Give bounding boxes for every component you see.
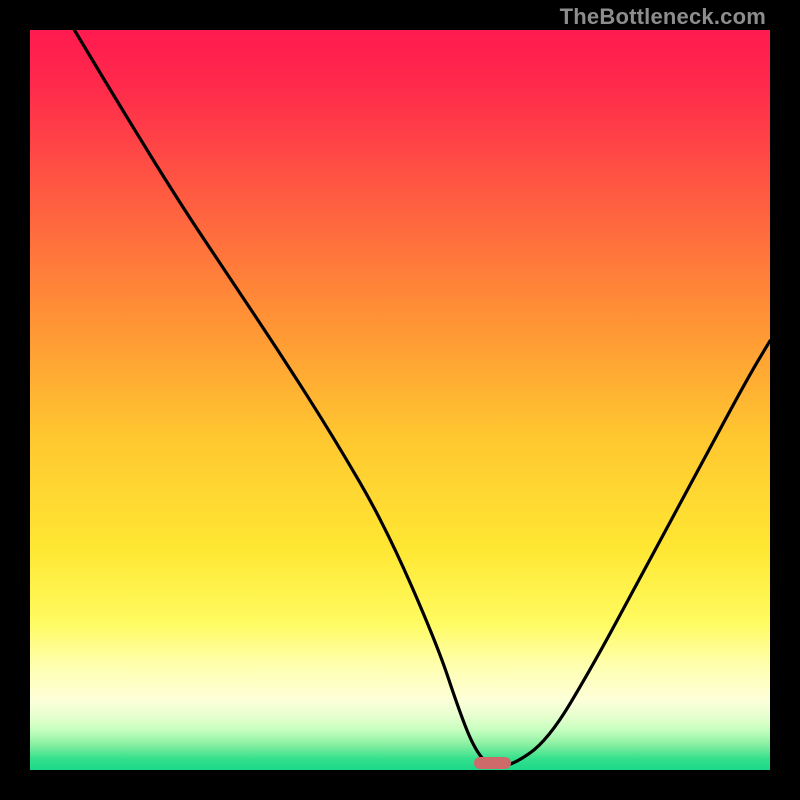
bottleneck-curve bbox=[30, 30, 770, 770]
optimal-marker bbox=[474, 757, 511, 769]
plot-area bbox=[30, 30, 770, 770]
watermark-text: TheBottleneck.com bbox=[560, 4, 766, 30]
chart-frame: TheBottleneck.com bbox=[0, 0, 800, 800]
